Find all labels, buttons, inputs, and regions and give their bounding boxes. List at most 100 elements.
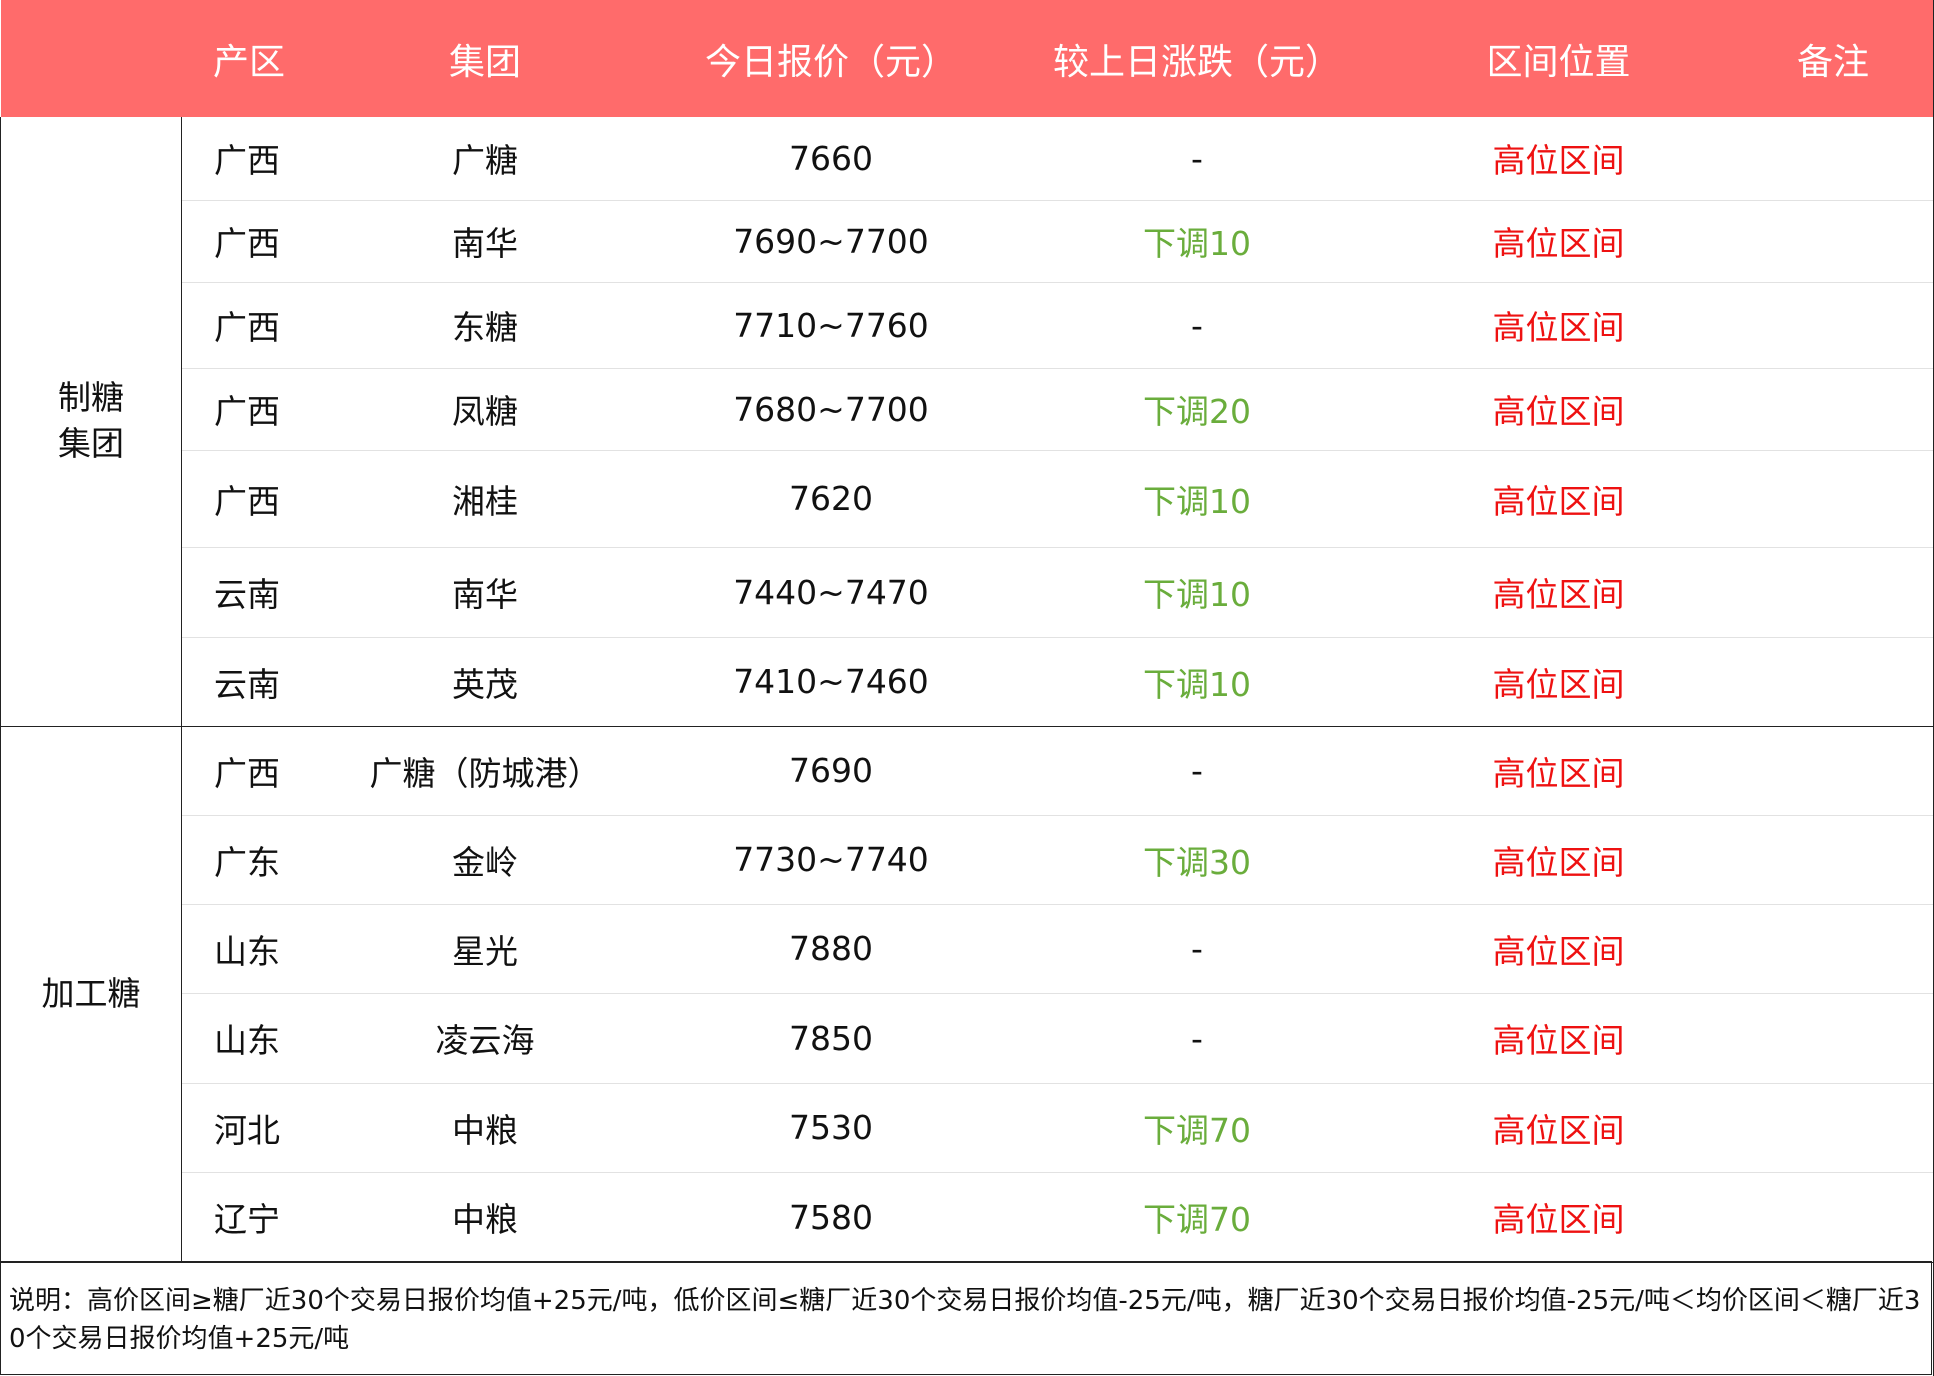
cell-change: -	[1008, 904, 1386, 994]
sugar-price-table-page: 产区 集团 今日报价（元） 较上日涨跌（元） 区间位置 备注 制糖 集团 广西 广糖 7…	[0, 0, 1934, 1376]
cell-remark	[1731, 450, 1934, 548]
cell-region: 广西	[181, 726, 317, 816]
cell-company: 凤糖	[316, 368, 654, 451]
cell-region: 广西	[181, 200, 317, 283]
cell-company: 中粮	[316, 1083, 654, 1173]
cell-company: 南华	[316, 200, 654, 283]
cell-change: -	[1008, 993, 1386, 1084]
sugar-price-table: 产区 集团 今日报价（元） 较上日涨跌（元） 区间位置 备注 制糖 集团 广西 广糖 7…	[0, 0, 1934, 1263]
cell-price: 7850	[653, 993, 1009, 1084]
cell-position: 高位区间	[1385, 200, 1732, 283]
cell-position: 高位区间	[1385, 726, 1732, 816]
cell-price: 7710~7760	[653, 282, 1009, 369]
header-row: 产区 集团 今日报价（元） 较上日涨跌（元） 区间位置 备注	[0, 0, 1934, 117]
table-row: 广西 南华 7690~7700 下调10 高位区间	[1, 200, 1934, 283]
cell-company: 凌云海	[316, 993, 654, 1084]
cell-price: 7690~7700	[653, 200, 1009, 283]
cell-price: 7410~7460	[653, 637, 1009, 727]
cell-remark	[1731, 1172, 1934, 1263]
cell-change: 下调10	[1008, 450, 1386, 548]
table-header: 产区 集团 今日报价（元） 较上日涨跌（元） 区间位置 备注	[0, 0, 1934, 117]
cell-company: 湘桂	[316, 450, 654, 548]
cell-position: 高位区间	[1385, 993, 1732, 1084]
cell-region: 河北	[181, 1083, 317, 1173]
header-change: 较上日涨跌（元）	[1008, 0, 1386, 117]
cell-change: 下调10	[1008, 200, 1386, 283]
cell-region: 广西	[181, 368, 317, 451]
group-label-line: 制糖	[58, 378, 124, 418]
cell-position: 高位区间	[1385, 904, 1732, 994]
table-row: 山东 凌云海 7850- 高位区间	[1, 993, 1934, 1084]
cell-price: 7620	[653, 450, 1009, 548]
cell-price: 7690	[653, 726, 1009, 816]
cell-company: 东糖	[316, 282, 654, 369]
cell-change: 下调30	[1008, 815, 1386, 905]
cell-price: 7880	[653, 904, 1009, 994]
cell-position: 高位区间	[1385, 547, 1732, 638]
group-label: 加工糖	[0, 726, 182, 1263]
cell-remark	[1731, 726, 1934, 816]
cell-position: 高位区间	[1385, 1172, 1732, 1263]
cell-region: 广西	[181, 117, 317, 201]
table-row: 加工糖 广西 广糖（防城港） 7690- 高位区间	[0, 726, 1934, 1263]
group-label: 制糖 集团	[0, 117, 182, 727]
header-remark: 备注	[1731, 0, 1934, 117]
table-row: 云南 南华 7440~7470 下调10 高位区间	[1, 547, 1934, 638]
table-row: 广东 金岭 7730~7740 下调30 高位区间	[1, 815, 1934, 905]
header-company: 集团	[316, 0, 654, 117]
header-region: 产区	[181, 0, 317, 117]
cell-company: 英茂	[316, 637, 654, 727]
cell-price: 7680~7700	[653, 368, 1009, 451]
group-label-line: 集团	[58, 424, 124, 464]
cell-company: 广糖（防城港）	[316, 726, 654, 816]
cell-change: 下调10	[1008, 547, 1386, 638]
cell-region: 广西	[181, 450, 317, 548]
cell-price: 7660	[653, 117, 1009, 201]
cell-price: 7730~7740	[653, 815, 1009, 905]
cell-region: 广东	[181, 815, 317, 905]
cell-position: 高位区间	[1385, 450, 1732, 548]
cell-change: 下调20	[1008, 368, 1386, 451]
cell-remark	[1731, 547, 1934, 638]
cell-remark	[1731, 282, 1934, 369]
cell-remark	[1731, 993, 1934, 1084]
cell-remark	[1731, 368, 1934, 451]
cell-change: 下调10	[1008, 637, 1386, 727]
table-row: 广西 凤糖 7680~7700 下调20 高位区间	[1, 368, 1934, 451]
cell-remark	[1731, 815, 1934, 905]
cell-region: 广西	[181, 282, 317, 369]
table-row: 山东 星光 7880- 高位区间	[1, 904, 1934, 994]
table-row: 云南 英茂 7410~7460 下调10 高位区间	[1, 637, 1934, 727]
cell-remark	[1731, 200, 1934, 283]
cell-change: 下调70	[1008, 1172, 1386, 1263]
cell-change: -	[1008, 282, 1386, 369]
cell-position: 高位区间	[1385, 637, 1732, 727]
header-group	[0, 0, 182, 117]
table-row: 制糖 集团 广西 广糖 7660- 高位区间	[0, 117, 1934, 727]
cell-position: 高位区间	[1385, 117, 1732, 201]
table-body: 制糖 集团 广西 广糖 7660- 高位区间 广西 南华 7690~7700 下调10 高位区间 广西…	[0, 117, 1934, 1263]
cell-change: -	[1008, 117, 1386, 201]
cell-region: 山东	[181, 993, 317, 1084]
cell-price: 7440~7470	[653, 547, 1009, 638]
cell-change: -	[1008, 726, 1386, 816]
explanation-note: 说明：高价区间≥糖厂近30个交易日报价均值+25元/吨，低价区间≤糖厂近30个交…	[0, 1261, 1932, 1375]
cell-change: 下调70	[1008, 1083, 1386, 1173]
table-row: 辽宁 中粮 7580 下调70 高位区间	[1, 1172, 1934, 1263]
cell-region: 云南	[181, 547, 317, 638]
cell-region: 山东	[181, 904, 317, 994]
cell-position: 高位区间	[1385, 1083, 1732, 1173]
header-price: 今日报价（元）	[653, 0, 1009, 117]
cell-region: 云南	[181, 637, 317, 727]
cell-remark	[1731, 904, 1934, 994]
cell-company: 广糖	[316, 117, 654, 201]
cell-position: 高位区间	[1385, 368, 1732, 451]
cell-company: 星光	[316, 904, 654, 994]
table-row: 河北 中粮 7530 下调70 高位区间	[1, 1083, 1934, 1173]
cell-company: 中粮	[316, 1172, 654, 1263]
cell-company: 南华	[316, 547, 654, 638]
cell-remark	[1731, 1083, 1934, 1173]
header-position: 区间位置	[1385, 0, 1732, 117]
table-row: 广西 湘桂 7620 下调10 高位区间	[1, 450, 1934, 548]
cell-position: 高位区间	[1385, 815, 1732, 905]
